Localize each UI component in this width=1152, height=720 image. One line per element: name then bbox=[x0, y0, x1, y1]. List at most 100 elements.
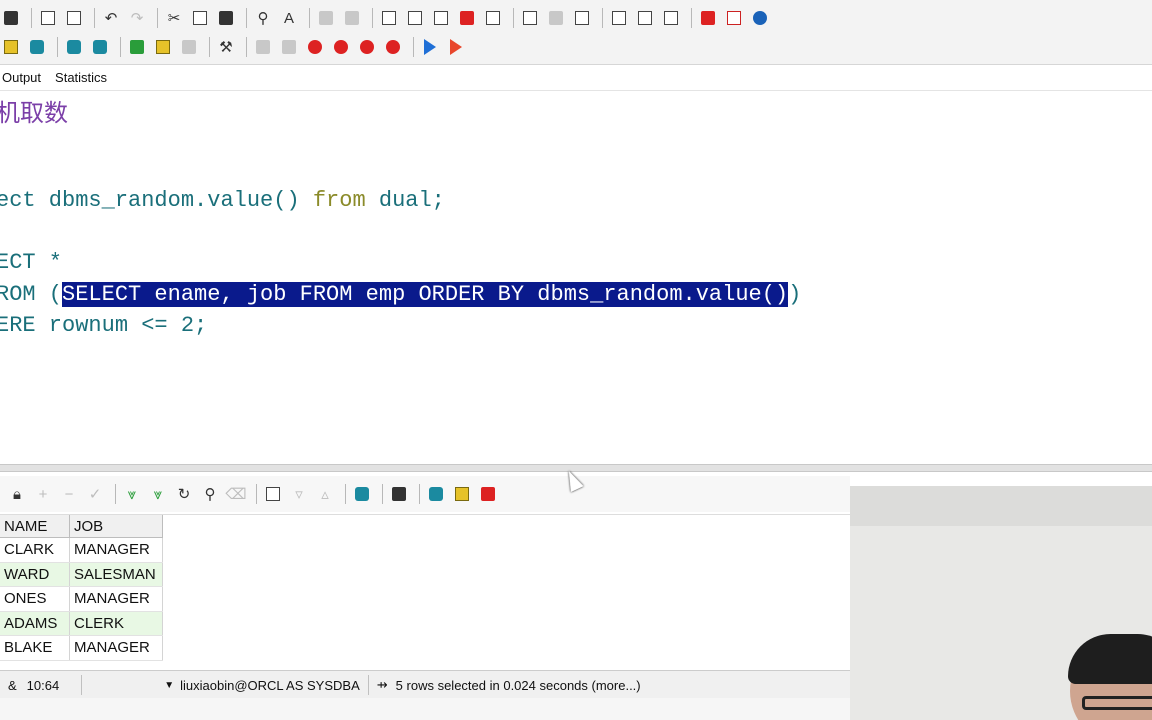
redo-icon[interactable]: ↷ bbox=[126, 7, 148, 29]
unindent-icon[interactable] bbox=[404, 7, 426, 29]
delete-row-icon[interactable]: − bbox=[58, 483, 80, 505]
info-icon[interactable] bbox=[749, 7, 771, 29]
wrench-icon[interactable]: ⚒ bbox=[215, 36, 237, 58]
chevron-up-icon[interactable]: ▵ bbox=[314, 483, 336, 505]
print-preview-icon[interactable] bbox=[63, 7, 85, 29]
refresh-icon[interactable]: ↻ bbox=[173, 483, 195, 505]
oracle-icon[interactable] bbox=[697, 7, 719, 29]
table-row[interactable]: WARD SALESMAN bbox=[0, 562, 163, 587]
comment-icon[interactable] bbox=[482, 7, 504, 29]
toolbar-separator bbox=[309, 8, 310, 28]
copy-icon[interactable] bbox=[189, 7, 211, 29]
trace-icon[interactable] bbox=[356, 36, 378, 58]
status-message: ⇸ 5 rows selected in 0.024 seconds (more.… bbox=[369, 671, 649, 699]
cell-job[interactable]: MANAGER bbox=[69, 537, 163, 563]
code-text: ) bbox=[788, 282, 802, 307]
selected-subquery: SELECT ename, job FROM emp ORDER BY dbms… bbox=[62, 282, 789, 307]
find-icon[interactable]: ⚲ bbox=[252, 7, 274, 29]
toolbar-separator bbox=[246, 37, 247, 57]
trace-stop-icon[interactable] bbox=[382, 36, 404, 58]
forward-arrow-icon[interactable] bbox=[419, 36, 441, 58]
add-row-icon[interactable]: + bbox=[32, 483, 54, 505]
cell-ename[interactable]: ADAMS bbox=[0, 611, 70, 636]
save-icon[interactable] bbox=[0, 7, 22, 29]
cascade-icon[interactable] bbox=[571, 7, 593, 29]
toolbar-separator bbox=[115, 484, 116, 504]
lock-icon[interactable]: 🔒︎ bbox=[6, 483, 28, 505]
paste-icon[interactable] bbox=[215, 7, 237, 29]
uppercase-icon[interactable] bbox=[430, 7, 452, 29]
cut-icon[interactable]: ✂ bbox=[163, 7, 185, 29]
fetch-last-icon[interactable]: ⩔ bbox=[147, 483, 169, 505]
table-row[interactable]: ONES MANAGER bbox=[0, 586, 163, 612]
table-row[interactable]: BLAKE MANAGER bbox=[0, 635, 163, 661]
toolbar-separator bbox=[513, 8, 514, 28]
settings-icon[interactable] bbox=[178, 36, 200, 58]
cell-ename[interactable]: CLARK bbox=[0, 537, 70, 563]
grid-icon[interactable] bbox=[634, 7, 656, 29]
column-header-job[interactable]: JOB bbox=[69, 515, 163, 538]
keyword-select: ect bbox=[0, 188, 36, 213]
tools-icon[interactable] bbox=[152, 36, 174, 58]
lowercase-icon[interactable] bbox=[456, 7, 478, 29]
save-icon[interactable] bbox=[388, 483, 410, 505]
forward-nav-icon[interactable] bbox=[341, 7, 363, 29]
toolbar-separator bbox=[94, 8, 95, 28]
table-row[interactable]: CLARK MANAGER bbox=[0, 537, 163, 563]
session-icon[interactable] bbox=[0, 36, 22, 58]
status-divider bbox=[81, 675, 83, 695]
column-header-ename[interactable]: NAME bbox=[0, 515, 70, 538]
table-icon[interactable] bbox=[477, 483, 499, 505]
database-icon[interactable] bbox=[425, 483, 447, 505]
clear-icon[interactable] bbox=[278, 36, 300, 58]
cell-ename[interactable]: WARD bbox=[0, 562, 70, 587]
cell-job[interactable]: MANAGER bbox=[69, 635, 163, 661]
query-by-example-icon[interactable] bbox=[262, 483, 284, 505]
toolbar-row-1: ↶ ↷ ✂ ⚲ A bbox=[0, 4, 775, 32]
indent-icon[interactable] bbox=[378, 7, 400, 29]
cell-job[interactable]: SALESMAN bbox=[69, 562, 163, 587]
connection-text: liuxiaobin@ORCL AS SYSDBA bbox=[180, 677, 360, 693]
window-list-icon[interactable] bbox=[519, 7, 541, 29]
status-message-text: 5 rows selected in 0.024 seconds (more..… bbox=[395, 677, 641, 693]
chart-icon[interactable] bbox=[451, 483, 473, 505]
windows-icon[interactable] bbox=[608, 7, 630, 29]
back-nav-icon[interactable] bbox=[315, 7, 337, 29]
execute-icon[interactable] bbox=[63, 36, 85, 58]
connection-selector[interactable]: ▼ liuxiaobin@ORCL AS SYSDBA bbox=[156, 671, 368, 699]
tile-icon[interactable] bbox=[545, 7, 567, 29]
cell-ename[interactable]: ONES bbox=[0, 586, 70, 612]
tab-statistics[interactable]: Statistics bbox=[53, 70, 113, 85]
keyword-from: from bbox=[312, 188, 366, 213]
cell-ename[interactable]: BLAKE bbox=[0, 635, 70, 661]
commit-icon[interactable] bbox=[304, 36, 326, 58]
cell-job[interactable]: CLERK bbox=[69, 611, 163, 636]
sql-icon[interactable] bbox=[26, 36, 48, 58]
toolbar-row-2: ⚒ bbox=[0, 33, 471, 61]
code-text: dual; bbox=[365, 188, 445, 213]
find-icon[interactable]: ⚲ bbox=[199, 483, 221, 505]
tab-output[interactable]: Output bbox=[0, 70, 47, 85]
cell-job[interactable]: MANAGER bbox=[69, 586, 163, 612]
print-icon[interactable] bbox=[37, 7, 59, 29]
clear-icon[interactable]: ⌫ bbox=[225, 483, 247, 505]
debug-icon[interactable] bbox=[89, 36, 111, 58]
toolbar-separator bbox=[345, 484, 346, 504]
result-grid[interactable]: NAME JOB CLARK MANAGER WARD SALESMAN ONE… bbox=[0, 514, 850, 665]
back-arrow-icon[interactable] bbox=[445, 36, 467, 58]
chevron-down-icon[interactable]: ▿ bbox=[288, 483, 310, 505]
rollback-icon[interactable] bbox=[330, 36, 352, 58]
find-next-icon[interactable]: A bbox=[278, 7, 300, 29]
pin-icon: ⇸ bbox=[376, 677, 388, 692]
break-icon[interactable] bbox=[252, 36, 274, 58]
pdf-icon[interactable] bbox=[723, 7, 745, 29]
sql-editor[interactable]: 机取数 ect dbms_random.value() from dual; E… bbox=[0, 90, 1152, 465]
undo-icon[interactable]: ↶ bbox=[100, 7, 122, 29]
link-icon[interactable] bbox=[351, 483, 373, 505]
fetch-next-icon[interactable]: ⩔ bbox=[121, 483, 143, 505]
explain-icon[interactable] bbox=[126, 36, 148, 58]
post-changes-icon[interactable]: ✓ bbox=[84, 483, 106, 505]
split-icon[interactable] bbox=[660, 7, 682, 29]
toolbar-separator bbox=[413, 37, 414, 57]
table-row[interactable]: ADAMS CLERK bbox=[0, 611, 163, 636]
